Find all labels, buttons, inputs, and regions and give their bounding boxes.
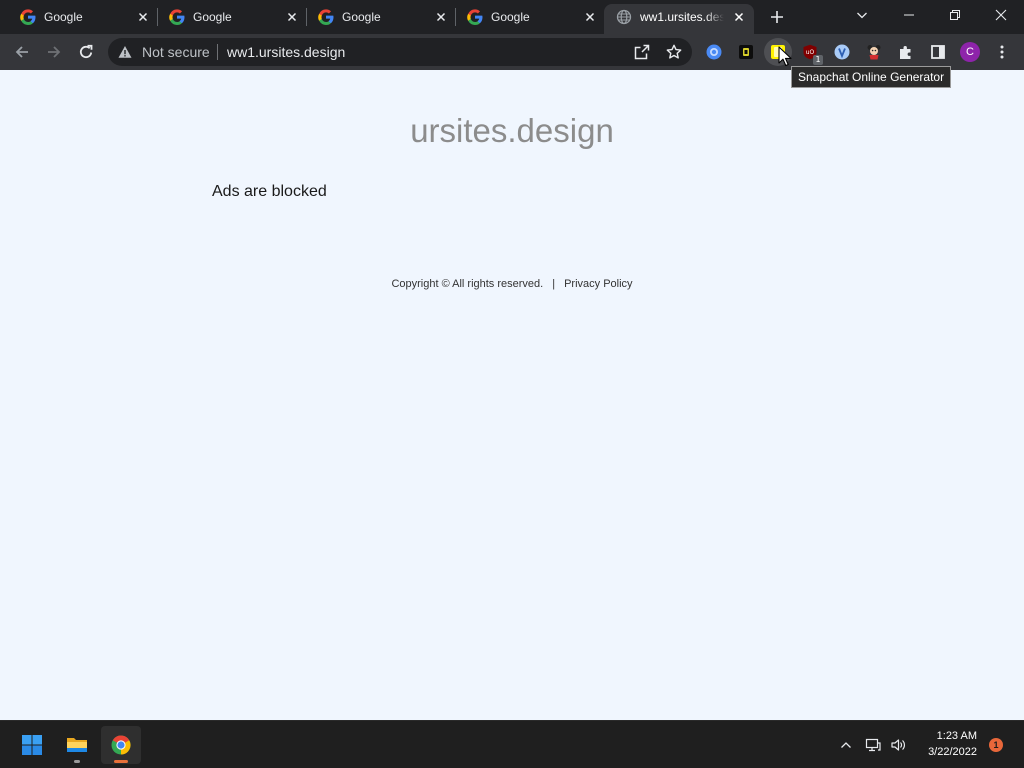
profile-avatar: C [960,42,980,62]
share-icon[interactable] [634,44,650,60]
warning-icon[interactable] [118,45,132,59]
address-bar[interactable]: Not secure ww1.ursites.design [108,38,692,66]
dark-square-extension-icon [739,45,753,59]
google-icon [467,9,483,25]
extension-button-ublock[interactable]: uO 1 [796,38,824,66]
clock-date: 3/22/2022 [928,746,977,758]
mouse-cursor-icon [778,46,792,67]
forward-button[interactable] [40,38,68,66]
profile-button[interactable]: C [956,38,984,66]
minimize-button[interactable] [886,0,932,30]
windows-logo-icon [22,735,42,755]
blue-badge-extension-icon [834,44,850,60]
side-panel-icon [931,45,945,59]
ads-blocked-message: Ads are blocked [212,183,327,200]
tab-close-icon[interactable] [284,9,300,25]
file-explorer-icon [67,738,87,752]
tab-title: Google [342,10,381,24]
tab-close-icon[interactable] [731,9,747,25]
tab-title: Google [44,10,83,24]
notification-badge[interactable]: 1 [989,738,1003,752]
blue-circle-extension-icon [706,44,722,60]
three-dots-menu-icon [1000,45,1004,59]
back-button[interactable] [8,38,36,66]
forward-arrow-icon [48,46,61,58]
tab-google-1[interactable]: Google [8,4,158,34]
tab-strip: Google Google Google Google ww1.ursites.… [0,0,1024,34]
chrome-icon [111,735,131,755]
windows-taskbar: 1:23 AM 3/22/2022 1 [0,720,1024,768]
tab-close-icon[interactable] [135,9,151,25]
url-text[interactable]: ww1.ursites.design [227,38,345,66]
google-icon [20,9,36,25]
ublock-badge: 1 [813,55,823,65]
tab-title: Google [491,10,530,24]
copyright-text: Copyright © All rights reserved. [391,278,544,290]
close-window-button[interactable] [978,0,1024,30]
globe-icon [616,9,632,25]
volume-button[interactable] [888,735,908,755]
chevron-down-icon [857,12,867,19]
google-icon [318,9,334,25]
clock-time: 1:23 AM [936,730,977,742]
extension-button-6[interactable] [860,38,888,66]
google-icon [169,9,185,25]
site-title[interactable]: ursites.design [0,110,1024,152]
taskbar-clock[interactable]: 1:23 AM 3/22/2022 [907,728,977,760]
security-label[interactable]: Not secure [142,38,210,66]
tab-close-icon[interactable] [433,9,449,25]
character-extension-icon [867,45,881,60]
volume-icon [891,739,905,751]
show-hidden-icons-button[interactable] [836,735,856,755]
star-icon[interactable] [666,44,682,60]
chrome-taskbar-button[interactable] [101,726,141,764]
tab-google-2[interactable]: Google [157,4,307,34]
new-tab-button[interactable] [763,3,791,31]
side-panel-button[interactable] [924,38,952,66]
reload-icon [79,44,93,59]
extensions-menu-button[interactable] [892,38,920,66]
restore-icon [950,10,960,20]
extension-button-5[interactable] [828,38,856,66]
close-icon [995,9,1007,21]
omnibox-divider [217,44,218,60]
network-icon [865,738,881,752]
tab-close-icon[interactable] [582,9,598,25]
footer-separator: | [552,278,556,290]
start-button[interactable] [18,731,46,759]
reload-button[interactable] [72,38,100,66]
plus-icon [771,11,783,23]
tab-google-4[interactable]: Google [455,4,605,34]
page-footer: Copyright © All rights reserved. | Privacy… [0,277,1024,291]
puzzle-extensions-icon [900,46,911,59]
tab-ursites-active[interactable]: ww1.ursites.des [604,4,754,34]
extension-button-1[interactable] [700,38,728,66]
network-button[interactable] [863,735,883,755]
web-page: ursites.design Ads are blocked Copyright… [0,70,1024,720]
tab-title: Google [193,10,232,24]
explorer-running-indicator [74,760,80,763]
browser-toolbar: Not secure ww1.ursites.design uO 1 C [0,34,1024,70]
file-explorer-button[interactable] [61,726,93,764]
chrome-active-indicator [114,760,128,763]
tab-title: ww1.ursites.des [640,10,724,24]
tab-google-3[interactable]: Google [306,4,456,34]
extension-button-2[interactable] [732,38,760,66]
tab-search-button[interactable] [848,2,876,28]
minimize-icon [904,14,914,16]
chevron-up-icon [841,742,851,748]
chrome-menu-button[interactable] [988,38,1016,66]
privacy-policy-link[interactable]: Privacy Policy [564,278,632,290]
extension-tooltip: Snapchat Online Generator [791,66,952,88]
restore-button[interactable] [932,0,978,30]
back-arrow-icon [15,46,28,58]
